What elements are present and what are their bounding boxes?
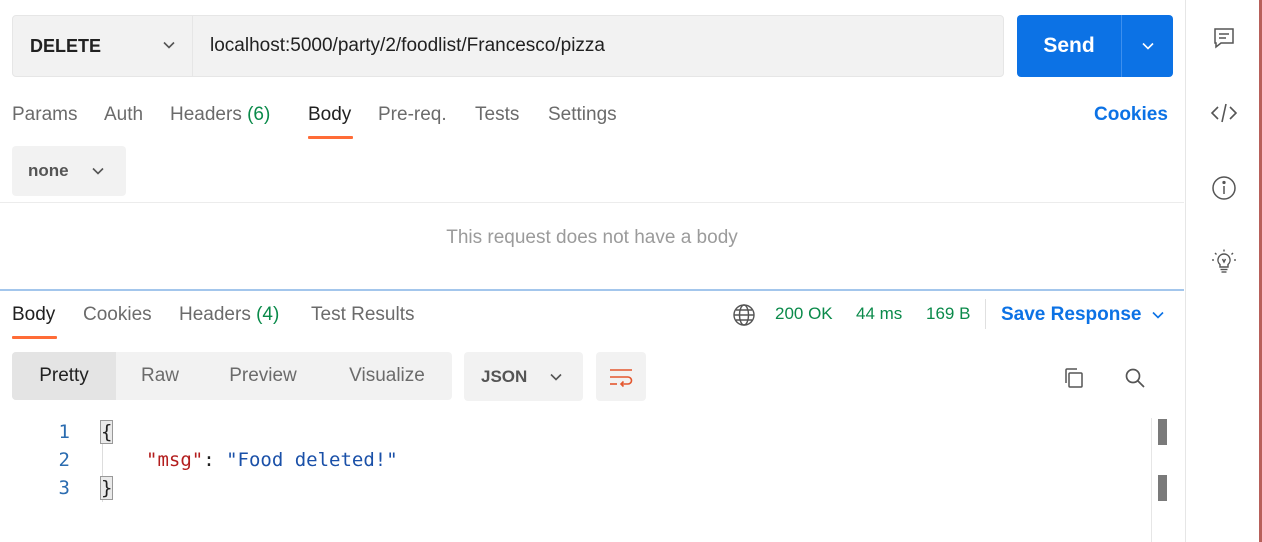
view-preview-button[interactable]: Preview (204, 352, 322, 400)
response-tab-body[interactable]: Body (12, 304, 55, 326)
active-response-tab-indicator (12, 336, 57, 339)
divider (985, 299, 986, 329)
line-number: 2 (58, 449, 70, 471)
json-value: "Food deleted!" (226, 449, 398, 471)
url-bar: DELETE localhost:5000/party/2/foodlist/F… (12, 15, 1004, 77)
lightbulb-icon[interactable] (1208, 246, 1240, 278)
scrollbar-thumb[interactable] (1158, 475, 1167, 501)
send-options-button[interactable] (1122, 15, 1173, 77)
line-number: 1 (58, 421, 70, 443)
open-brace: { (99, 420, 114, 444)
info-icon[interactable] (1208, 172, 1240, 204)
view-raw-button[interactable]: Raw (116, 352, 204, 400)
tab-auth[interactable]: Auth (104, 104, 143, 126)
send-button[interactable]: Send (1017, 15, 1122, 77)
scrollbar-track[interactable] (1151, 418, 1152, 542)
format-select[interactable]: JSON (464, 352, 583, 401)
copy-icon[interactable] (1060, 364, 1088, 392)
cookies-link[interactable]: Cookies (1094, 104, 1168, 126)
scrollbar-thumb[interactable] (1158, 419, 1167, 445)
tab-headers-count: (6) (247, 104, 271, 125)
chevron-down-icon (1141, 42, 1154, 50)
code-line-1[interactable]: { (99, 420, 114, 444)
tab-params[interactable]: Params (12, 104, 77, 126)
view-visualize-button[interactable]: Visualize (322, 352, 452, 400)
comments-icon[interactable] (1208, 22, 1240, 54)
response-tab-cookies[interactable]: Cookies (83, 304, 152, 326)
response-tab-headers[interactable]: Headers (4) (179, 304, 279, 326)
send-button-group: Send (1017, 15, 1173, 77)
json-colon: : (203, 449, 227, 471)
code-icon[interactable] (1208, 97, 1240, 129)
view-mode-group: Pretty Raw Preview Visualize (12, 352, 452, 400)
wrap-lines-icon (610, 368, 633, 387)
response-tab-test-results[interactable]: Test Results (311, 304, 414, 326)
globe-icon[interactable] (731, 302, 757, 328)
chevron-down-icon (92, 167, 104, 175)
method-select[interactable]: DELETE (13, 16, 193, 76)
response-time[interactable]: 44 ms (856, 304, 902, 324)
save-response-label: Save Response (1001, 304, 1142, 325)
code-line-2[interactable]: "msg": "Food deleted!" (146, 449, 398, 471)
chevron-down-icon (163, 41, 175, 49)
pane-splitter[interactable] (0, 289, 1184, 291)
divider (0, 202, 1184, 203)
response-size[interactable]: 169 B (926, 304, 970, 324)
body-type-label: none (28, 161, 69, 180)
response-tab-headers-label: Headers (179, 304, 251, 325)
url-input[interactable]: localhost:5000/party/2/foodlist/Francesc… (193, 16, 1003, 76)
tab-tests[interactable]: Tests (475, 104, 519, 126)
format-label: JSON (481, 366, 528, 386)
save-response-button[interactable]: Save Response (1001, 304, 1165, 326)
response-tab-headers-count: (4) (256, 304, 280, 325)
code-line-3[interactable]: } (99, 476, 114, 500)
method-label: DELETE (30, 35, 102, 56)
chevron-down-icon (1152, 311, 1165, 319)
tab-headers[interactable]: Headers (6) (170, 104, 270, 126)
tab-settings[interactable]: Settings (548, 104, 617, 126)
search-icon[interactable] (1121, 364, 1149, 392)
line-number: 3 (58, 477, 70, 499)
close-brace: } (99, 476, 114, 500)
tab-body[interactable]: Body (308, 104, 351, 126)
json-key: "msg" (146, 449, 204, 471)
response-status[interactable]: 200 OK (775, 304, 833, 324)
tab-headers-label: Headers (170, 104, 242, 125)
empty-body-message: This request does not have a body (446, 227, 738, 248)
chevron-down-icon (550, 373, 562, 381)
tab-prereq[interactable]: Pre-req. (378, 104, 447, 126)
active-tab-indicator (308, 136, 353, 139)
view-pretty-button[interactable]: Pretty (12, 352, 116, 400)
body-type-select[interactable]: none (12, 146, 126, 196)
wrap-lines-button[interactable] (596, 352, 646, 401)
